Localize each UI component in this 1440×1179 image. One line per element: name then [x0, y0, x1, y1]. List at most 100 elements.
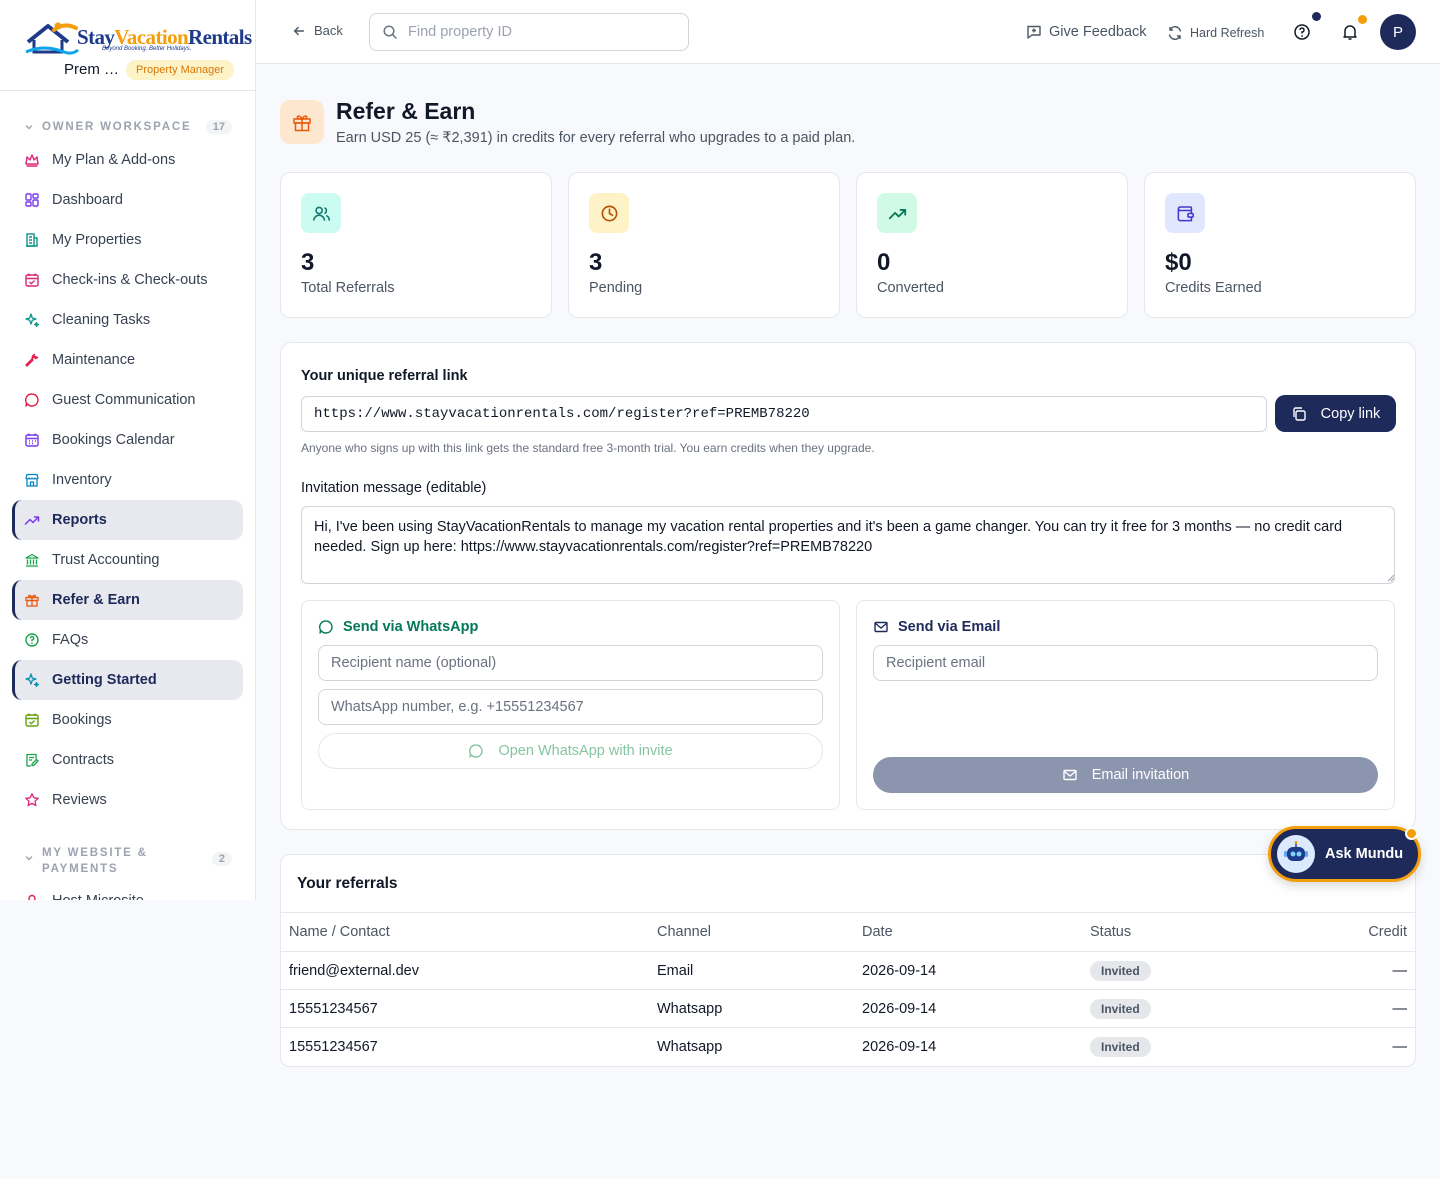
- section-owner-workspace[interactable]: OWNER WORKSPACE 17: [24, 120, 232, 134]
- sidebar-item-faqs[interactable]: FAQs: [12, 620, 243, 660]
- sidebar-item-bookings-calendar[interactable]: Bookings Calendar: [12, 420, 243, 460]
- sidebar-item-label: FAQs: [52, 632, 89, 648]
- trending-up-icon: [888, 208, 906, 219]
- search-input[interactable]: [408, 24, 668, 40]
- sidebar-item-trust-accounting[interactable]: Trust Accounting: [12, 540, 243, 580]
- sidebar-item-label: Bookings Calendar: [52, 432, 175, 448]
- table-row: friend@external.dev Email 2026-09-14 Invite…: [281, 951, 1415, 990]
- role-badge: Property Manager: [126, 60, 235, 80]
- column-header: Channel: [649, 912, 854, 952]
- sidebar-item-bookings[interactable]: Bookings: [12, 700, 243, 740]
- sidebar-item-maintenance[interactable]: Maintenance: [12, 340, 243, 380]
- recipient-email-input[interactable]: Recipient email: [873, 645, 1378, 681]
- give-feedback-button[interactable]: Give Feedback: [1026, 24, 1147, 40]
- chat-bubble-icon: [319, 620, 333, 634]
- stat-card-pending: 3 Pending: [568, 172, 840, 318]
- sidebar-item-label: Guest Communication: [52, 392, 196, 408]
- status-cell: Invited: [1082, 951, 1268, 990]
- email-panel: Send via Email Recipient email Email inv…: [856, 600, 1395, 810]
- sidebar-item-my-plan-add-ons[interactable]: My Plan & Add-ons: [12, 140, 243, 180]
- referral-hint: Anyone who signs up with this link gets …: [301, 441, 875, 455]
- calendar-check-icon: [25, 713, 39, 727]
- table-cell: 15551234567: [289, 1038, 378, 1055]
- sidebar-item-host-microsite[interactable]: Host Microsite: [12, 881, 243, 900]
- ask-mundu-button[interactable]: Ask Mundu: [1268, 826, 1421, 882]
- contract-icon: [26, 753, 39, 767]
- chevron-down-icon: [25, 125, 33, 130]
- sidebar-item-contracts[interactable]: Contracts: [12, 740, 243, 780]
- sidebar-item-reports[interactable]: Reports: [12, 500, 243, 540]
- help-dot: [1312, 12, 1321, 21]
- table-cell: —: [1267, 951, 1415, 990]
- sidebar-item-reviews[interactable]: Reviews: [12, 780, 243, 820]
- table-row: 15551234567 Whatsapp 2026-09-14 Invited —: [281, 989, 1415, 1028]
- sidebar-item-inventory[interactable]: Inventory: [12, 460, 243, 500]
- wrench-icon: [25, 353, 39, 367]
- refresh-icon: [1168, 26, 1182, 40]
- stat-value: 3: [301, 249, 315, 276]
- sparkles-icon: [25, 673, 40, 688]
- sidebar-item-my-properties[interactable]: My Properties: [12, 220, 243, 260]
- email-invitation-button[interactable]: Email invitation: [873, 757, 1378, 793]
- sidebar-item-dashboard[interactable]: Dashboard: [12, 180, 243, 220]
- avatar[interactable]: P: [1380, 14, 1416, 50]
- section-count: 2: [211, 852, 232, 866]
- robot-icon: [1277, 835, 1315, 873]
- back-button[interactable]: Back: [292, 23, 343, 38]
- open-whatsapp-button[interactable]: Open WhatsApp with invite: [318, 733, 823, 769]
- sidebar-item-label: Getting Started: [52, 672, 157, 688]
- sidebar-item-label: Trust Accounting: [52, 552, 160, 568]
- table-cell: 2026-09-14: [854, 989, 1082, 1028]
- section-website-payments[interactable]: MY WEBSITE & PAYMENTS 2: [24, 845, 232, 877]
- column-header: Status: [1082, 912, 1268, 952]
- email-title: Send via Email: [898, 619, 1001, 635]
- star-icon: [25, 793, 39, 807]
- help-button[interactable]: [1286, 12, 1321, 48]
- assistant-notification-dot: [1405, 827, 1418, 840]
- referral-link-field[interactable]: https://www.stayvacationrentals.com/regi…: [301, 396, 1267, 432]
- email-invitation-label: Email invitation: [1091, 767, 1190, 783]
- referrals-table-card: Your referrals Name / Contact Channel Date…: [280, 854, 1416, 1067]
- back-label: Back: [314, 23, 343, 38]
- chat-bubble-icon: [469, 744, 484, 758]
- table-cell: friend@external.dev: [281, 951, 649, 990]
- invitation-message-label: Invitation message (editable): [301, 480, 487, 496]
- mail-icon: [874, 621, 888, 633]
- sidebar-item-cleaning-tasks[interactable]: Cleaning Tasks: [12, 300, 243, 340]
- table-cell: Email: [649, 951, 854, 990]
- recipient-name-input[interactable]: Recipient name (optional): [318, 645, 823, 681]
- notifications-button[interactable]: [1334, 15, 1367, 48]
- hard-refresh-button[interactable]: Hard Refresh: [1167, 25, 1264, 41]
- users-icon: [312, 206, 330, 221]
- open-whatsapp-label: Open WhatsApp with invite: [498, 743, 673, 759]
- table-cell: 2026-09-14: [854, 951, 1082, 990]
- page-gift-icon-box: [280, 100, 324, 144]
- table-row: 15551234567 Whatsapp 2026-09-14 Invited —: [281, 1028, 1415, 1066]
- copy-link-button[interactable]: Copy link: [1275, 395, 1396, 432]
- sidebar-item-check-ins-check-outs[interactable]: Check-ins & Check-outs: [12, 260, 243, 300]
- stat-card-credits-earned: $0 Credits Earned: [1144, 172, 1416, 318]
- logo[interactable]: StayVacationRentals Beyond Booking. Bett…: [24, 18, 252, 58]
- arrow-left-icon: [293, 26, 305, 35]
- copy-icon: [1292, 406, 1306, 421]
- resize-handle-icon[interactable]: [1387, 574, 1395, 582]
- whatsapp-number-input[interactable]: WhatsApp number, e.g. +15551234567: [318, 689, 823, 725]
- sidebar-item-getting-started[interactable]: Getting Started: [12, 660, 243, 700]
- status-badge: Invited: [1090, 960, 1151, 981]
- search-icon: [383, 25, 397, 39]
- invitation-message-textarea[interactable]: Hi, I've been using StayVacationRentals …: [301, 506, 1395, 584]
- section-count: 17: [205, 120, 232, 134]
- building-icon: [26, 233, 38, 247]
- property-search[interactable]: [369, 13, 689, 51]
- table-header-row: Name / Contact Channel Date Status Credit: [281, 912, 1415, 952]
- feedback-icon: [1027, 25, 1041, 39]
- table-cell: —: [1267, 989, 1415, 1028]
- stat-icon-box: [1165, 193, 1205, 233]
- sparkles-icon: [25, 313, 40, 328]
- sidebar-item-guest-communication[interactable]: Guest Communication: [12, 380, 243, 420]
- stat-icon-box: [877, 193, 917, 233]
- whatsapp-panel: Send via WhatsApp Recipient name (option…: [301, 600, 840, 810]
- ask-mundu-label: Ask Mundu: [1325, 846, 1404, 862]
- sidebar-item-refer-earn[interactable]: Refer & Earn: [12, 580, 243, 620]
- table-cell: Whatsapp: [657, 1038, 723, 1055]
